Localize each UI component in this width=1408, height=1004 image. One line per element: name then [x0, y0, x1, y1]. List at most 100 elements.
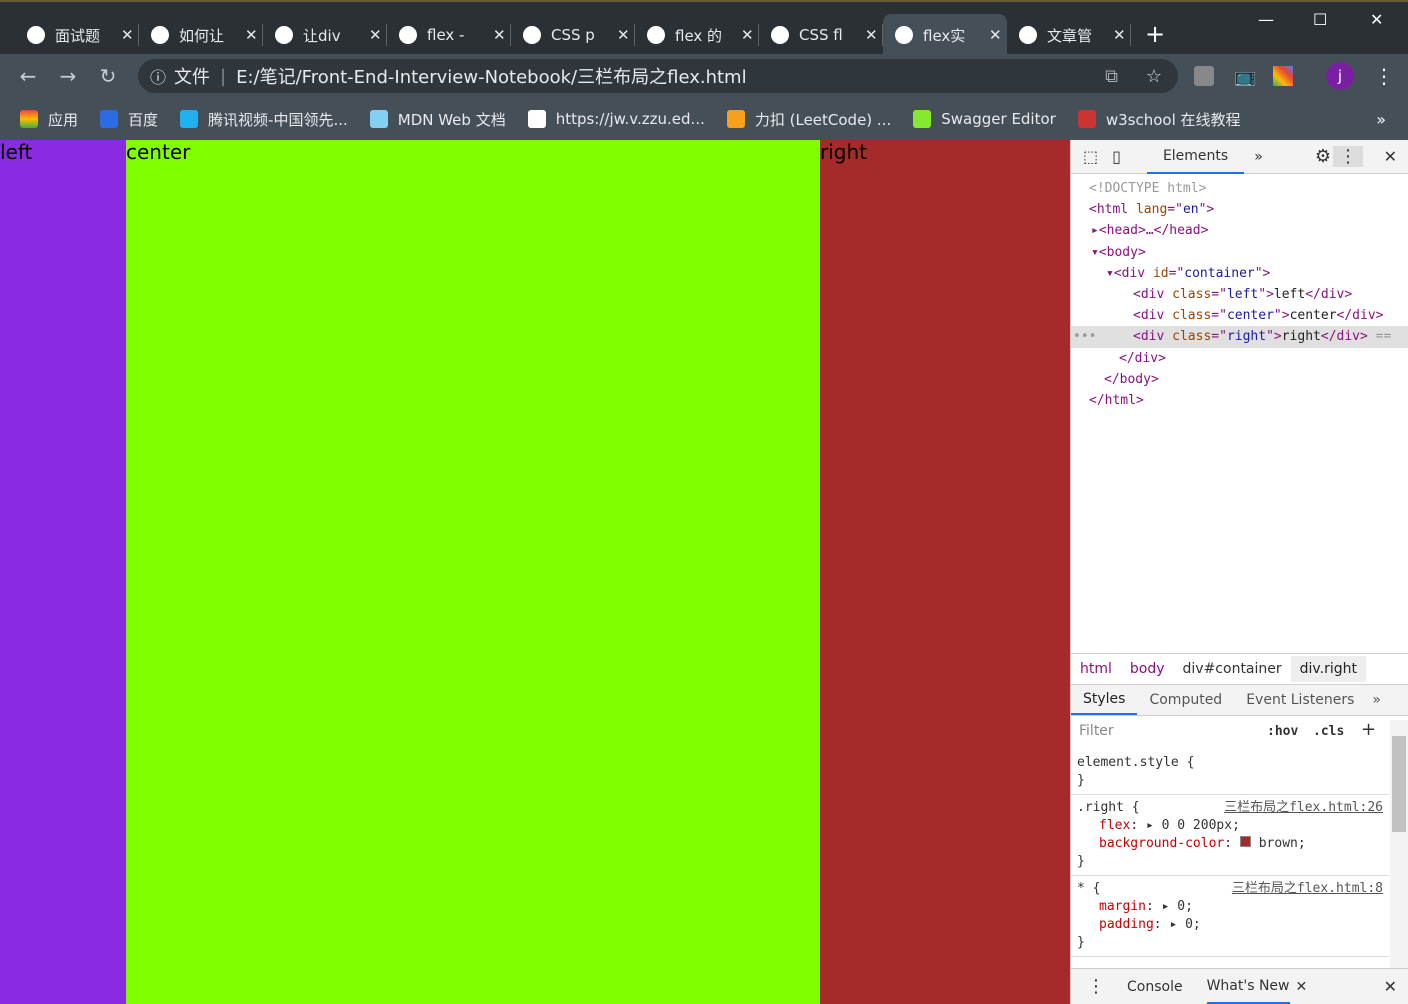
- maximize-button[interactable]: ☐: [1313, 10, 1327, 29]
- drawer: ⋮ Console What's New ✕ ✕: [1071, 968, 1408, 1004]
- reload-button[interactable]: ↻: [88, 64, 128, 88]
- color-swatch[interactable]: [1239, 836, 1251, 847]
- code-icon: [771, 26, 789, 44]
- close-tab-icon[interactable]: ✕: [1296, 979, 1308, 995]
- address-bar[interactable]: ⓘ 文件 | E:/笔记/Front-End-Interview-Noteboo…: [138, 59, 1178, 93]
- generic-icon: [275, 26, 293, 44]
- colorful-extension-icon[interactable]: [1273, 66, 1293, 86]
- tab[interactable]: flex实 ✕: [883, 14, 1007, 56]
- bookmark[interactable]: 力扣 (LeetCode) ...: [726, 109, 892, 130]
- bookmark[interactable]: w3school 在线教程: [1077, 109, 1241, 130]
- close-drawer-icon[interactable]: ✕: [1384, 977, 1397, 996]
- close-tab-icon[interactable]: ✕: [865, 26, 878, 44]
- bookmark[interactable]: https://jw.v.zzu.ed...: [527, 109, 705, 130]
- bookmark[interactable]: Swagger Editor: [913, 109, 1056, 130]
- styles-scrollbar[interactable]: [1390, 720, 1408, 968]
- bookmark[interactable]: MDN Web 文档: [369, 109, 506, 130]
- info-icon[interactable]: ⓘ: [150, 64, 166, 88]
- close-tab-icon[interactable]: ✕: [369, 26, 382, 44]
- bookmark-label: Swagger Editor: [941, 110, 1056, 128]
- subtab[interactable]: Computed: [1137, 686, 1234, 714]
- tab-elements[interactable]: Elements: [1146, 140, 1245, 174]
- close-window-button[interactable]: ✕: [1370, 10, 1383, 29]
- html-node[interactable]: <html lang="en">: [1071, 199, 1408, 220]
- close-tab-icon[interactable]: ✕: [245, 26, 258, 44]
- breadcrumb-item[interactable]: div#container: [1174, 661, 1291, 677]
- tab[interactable]: 如何让 ✕: [139, 14, 263, 56]
- rule-source[interactable]: 三栏布局之flex.html:26: [1224, 799, 1383, 817]
- close-tab-icon[interactable]: ✕: [1113, 26, 1126, 44]
- close-tab-icon[interactable]: ✕: [121, 26, 134, 44]
- avatar[interactable]: j: [1326, 62, 1354, 90]
- close-tab-icon[interactable]: ✕: [989, 26, 1002, 44]
- bilibili-icon[interactable]: 📺: [1234, 66, 1256, 87]
- close-devtools-icon[interactable]: ✕: [1384, 147, 1397, 166]
- device-toolbar-icon[interactable]: ▯: [1112, 147, 1121, 166]
- translate-icon[interactable]: ⧉: [1105, 66, 1118, 87]
- inspect-icon[interactable]: ⬚: [1083, 147, 1098, 166]
- tab[interactable]: CSS fl ✕: [759, 14, 883, 56]
- bookmark[interactable]: 百度: [100, 109, 158, 130]
- minimize-button[interactable]: —: [1258, 10, 1274, 29]
- bookmark-label: 腾讯视频-中国领先...: [208, 110, 348, 129]
- subtab[interactable]: Styles: [1071, 685, 1138, 715]
- dom-node[interactable]: <div class="center">center</div>: [1071, 305, 1408, 326]
- more-tabs-icon[interactable]: »: [1372, 692, 1381, 708]
- dom-node[interactable]: <div class="right">right</div> == •••: [1071, 326, 1408, 348]
- tab[interactable]: flex - ✕: [387, 14, 511, 56]
- left-text: left: [0, 140, 33, 164]
- subtab[interactable]: Event Listeners: [1234, 686, 1366, 714]
- menu-icon[interactable]: ⋮: [1374, 64, 1394, 88]
- tab[interactable]: flex 的 ✕: [635, 14, 759, 56]
- bookmark[interactable]: 应用: [20, 109, 78, 130]
- gear-icon[interactable]: ⚙: [1315, 146, 1331, 167]
- bookmark[interactable]: 腾讯视频-中国领先...: [180, 109, 348, 130]
- drawer-tab-console[interactable]: Console: [1127, 979, 1183, 995]
- styles-filter-input[interactable]: Filter: [1075, 720, 1253, 744]
- back-button[interactable]: ←: [8, 64, 48, 88]
- kebab-menu-icon[interactable]: ⋮: [1333, 146, 1363, 167]
- style-rule: 三栏布局之flex.html:8 * {margin: ▸ 0; padding: …: [1071, 876, 1389, 957]
- close-tab-icon[interactable]: ✕: [617, 26, 630, 44]
- drawer-menu-icon[interactable]: ⋮: [1087, 976, 1105, 997]
- style-property[interactable]: margin: ▸ 0;: [1077, 898, 1383, 916]
- body-close: </body>: [1104, 371, 1159, 387]
- dom-node[interactable]: <div class="left">left</div>: [1071, 284, 1408, 305]
- tab-title: 面试题: [55, 26, 101, 45]
- scheme-label: 文件: [174, 67, 211, 88]
- bookmark-label: 力扣 (LeetCode) ...: [754, 110, 892, 129]
- tab[interactable]: 面试题 ✕: [15, 14, 139, 56]
- more-panels-icon[interactable]: »: [1254, 149, 1263, 165]
- doctype-node: <!DOCTYPE html>: [1089, 181, 1207, 196]
- mdn-icon: [399, 26, 417, 44]
- tab-title: 文章管: [1047, 26, 1093, 45]
- extension-icon[interactable]: [1194, 66, 1214, 86]
- drawer-tab-whats-new[interactable]: What's New: [1206, 970, 1290, 1004]
- code-icon: [523, 26, 541, 44]
- style-property[interactable]: flex: ▸ 0 0 200px;: [1077, 817, 1383, 835]
- star-icon[interactable]: ☆: [1146, 66, 1162, 87]
- style-property[interactable]: padding: ▸ 0;: [1077, 916, 1383, 934]
- breadcrumb-item[interactable]: div.right: [1290, 655, 1366, 682]
- more-bookmarks-icon[interactable]: »: [1376, 110, 1386, 129]
- tab[interactable]: CSS p ✕: [511, 14, 635, 56]
- close-tab-icon[interactable]: ✕: [493, 26, 506, 44]
- devtools-panel: ⬚ ▯ Elements » ⚙ ⋮ ✕ <!DOCTYPE html> <ht…: [1070, 140, 1408, 1004]
- tab[interactable]: 让div ✕: [263, 14, 387, 56]
- container-node[interactable]: ▾<div id="container">: [1071, 263, 1408, 284]
- rule-source[interactable]: 三栏布局之flex.html:8: [1232, 880, 1383, 898]
- forward-button[interactable]: →: [48, 64, 88, 88]
- breadcrumb-item[interactable]: body: [1121, 661, 1174, 677]
- tab[interactable]: 文章管 ✕: [1007, 14, 1131, 56]
- breadcrumb-item[interactable]: html: [1071, 661, 1121, 677]
- new-tab-button[interactable]: +: [1145, 20, 1165, 48]
- head-node[interactable]: ▸<head>…</head>: [1071, 220, 1408, 241]
- hov-button[interactable]: :hov: [1267, 724, 1298, 739]
- url-text[interactable]: E:/笔记/Front-End-Interview-Notebook/三栏布局之…: [236, 63, 747, 89]
- cls-button[interactable]: .cls: [1313, 724, 1344, 739]
- style-property[interactable]: background-color: brown;: [1077, 835, 1383, 853]
- body-node[interactable]: ▾<body>: [1071, 242, 1408, 263]
- new-rule-button[interactable]: +: [1361, 719, 1376, 740]
- close-tab-icon[interactable]: ✕: [741, 26, 754, 44]
- globe-icon: [527, 110, 546, 128]
